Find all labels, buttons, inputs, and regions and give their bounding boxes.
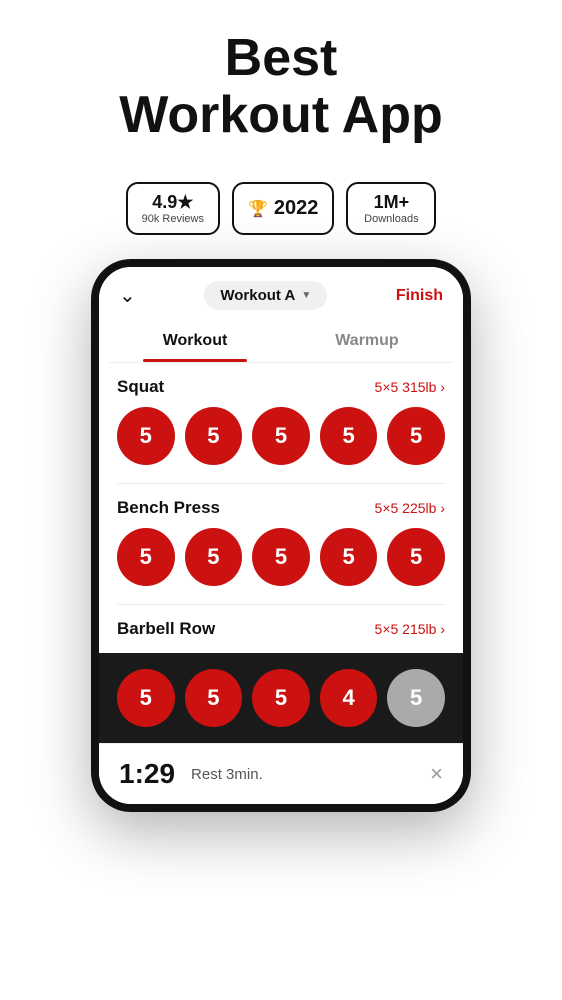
- timer-display: 1:29: [119, 758, 175, 790]
- squat-rep-1[interactable]: 5: [117, 407, 175, 465]
- phone-wrapper: ⌄ Workout A ▼ Finish Workout Warmup Squa…: [0, 259, 562, 812]
- badges-row: 4.9★ 90k Reviews 🏆 2022 1M+ Downloads: [0, 182, 562, 235]
- rest-timer: 1:29 Rest 3min. ×: [99, 743, 463, 804]
- row-rep-1[interactable]: 5: [117, 669, 175, 727]
- row-rep-5[interactable]: 5: [387, 669, 445, 727]
- bench-reps-row: 5 5 5 5 5: [117, 528, 445, 586]
- timer-close-button[interactable]: ×: [430, 761, 443, 787]
- squat-header: Squat 5×5 315lb ›: [117, 377, 445, 397]
- rating-sub: 90k Reviews: [142, 213, 204, 225]
- squat-reps-row: 5 5 5 5 5: [117, 407, 445, 465]
- row-rep-4[interactable]: 4: [320, 669, 378, 727]
- squat-rep-5[interactable]: 5: [387, 407, 445, 465]
- exercise-barbellrow: Barbell Row 5×5 215lb ›: [99, 605, 463, 653]
- finish-button[interactable]: Finish: [396, 287, 443, 305]
- row-rep-3[interactable]: 5: [252, 669, 310, 727]
- exercise-benchpress: Bench Press 5×5 225lb › 5 5 5 5 5: [99, 484, 463, 604]
- squat-name: Squat: [117, 377, 164, 397]
- downloads-value: 1M+: [374, 192, 410, 213]
- downloads-sub: Downloads: [364, 213, 418, 225]
- dropdown-arrow-icon: ▼: [301, 290, 311, 301]
- bench-rep-2[interactable]: 5: [185, 528, 243, 586]
- phone-topbar: ⌄ Workout A ▼ Finish: [99, 267, 463, 320]
- exercise-squat: Squat 5×5 315lb › 5 5 5 5 5: [99, 363, 463, 483]
- phone-frame: ⌄ Workout A ▼ Finish Workout Warmup Squa…: [91, 259, 471, 812]
- timer-label: Rest 3min.: [191, 766, 414, 783]
- bench-rep-5[interactable]: 5: [387, 528, 445, 586]
- bench-name: Bench Press: [117, 498, 220, 518]
- header-section: Best Workout App: [0, 0, 562, 164]
- bench-rep-3[interactable]: 5: [252, 528, 310, 586]
- bench-rep-1[interactable]: 5: [117, 528, 175, 586]
- bottom-bar: 5 5 5 4 5: [99, 653, 463, 743]
- trophy-icon: 🏆: [248, 199, 268, 219]
- squat-detail[interactable]: 5×5 315lb ›: [375, 379, 445, 395]
- app-title: Best Workout App: [20, 30, 542, 144]
- barbellrow-name: Barbell Row: [117, 619, 215, 639]
- rating-value: 4.9★: [152, 192, 193, 213]
- barbellrow-detail[interactable]: 5×5 215lb ›: [375, 621, 445, 637]
- bench-header: Bench Press 5×5 225lb ›: [117, 498, 445, 518]
- downloads-badge: 1M+ Downloads: [346, 182, 436, 235]
- squat-rep-2[interactable]: 5: [185, 407, 243, 465]
- squat-rep-4[interactable]: 5: [320, 407, 378, 465]
- row-rep-2[interactable]: 5: [185, 669, 243, 727]
- year-value: 2022: [274, 197, 319, 220]
- workout-selector[interactable]: Workout A ▼: [204, 281, 327, 310]
- tab-warmup[interactable]: Warmup: [281, 320, 453, 362]
- bench-detail[interactable]: 5×5 225lb ›: [375, 500, 445, 516]
- back-chevron-icon[interactable]: ⌄: [119, 283, 136, 308]
- squat-rep-3[interactable]: 5: [252, 407, 310, 465]
- tab-workout[interactable]: Workout: [109, 320, 281, 362]
- year-badge: 🏆 2022: [232, 182, 334, 235]
- workout-name: Workout A: [220, 287, 295, 304]
- rating-badge: 4.9★ 90k Reviews: [126, 182, 220, 235]
- barbellrow-header: Barbell Row 5×5 215lb ›: [117, 619, 445, 639]
- tabs-row: Workout Warmup: [109, 320, 453, 363]
- bench-rep-4[interactable]: 5: [320, 528, 378, 586]
